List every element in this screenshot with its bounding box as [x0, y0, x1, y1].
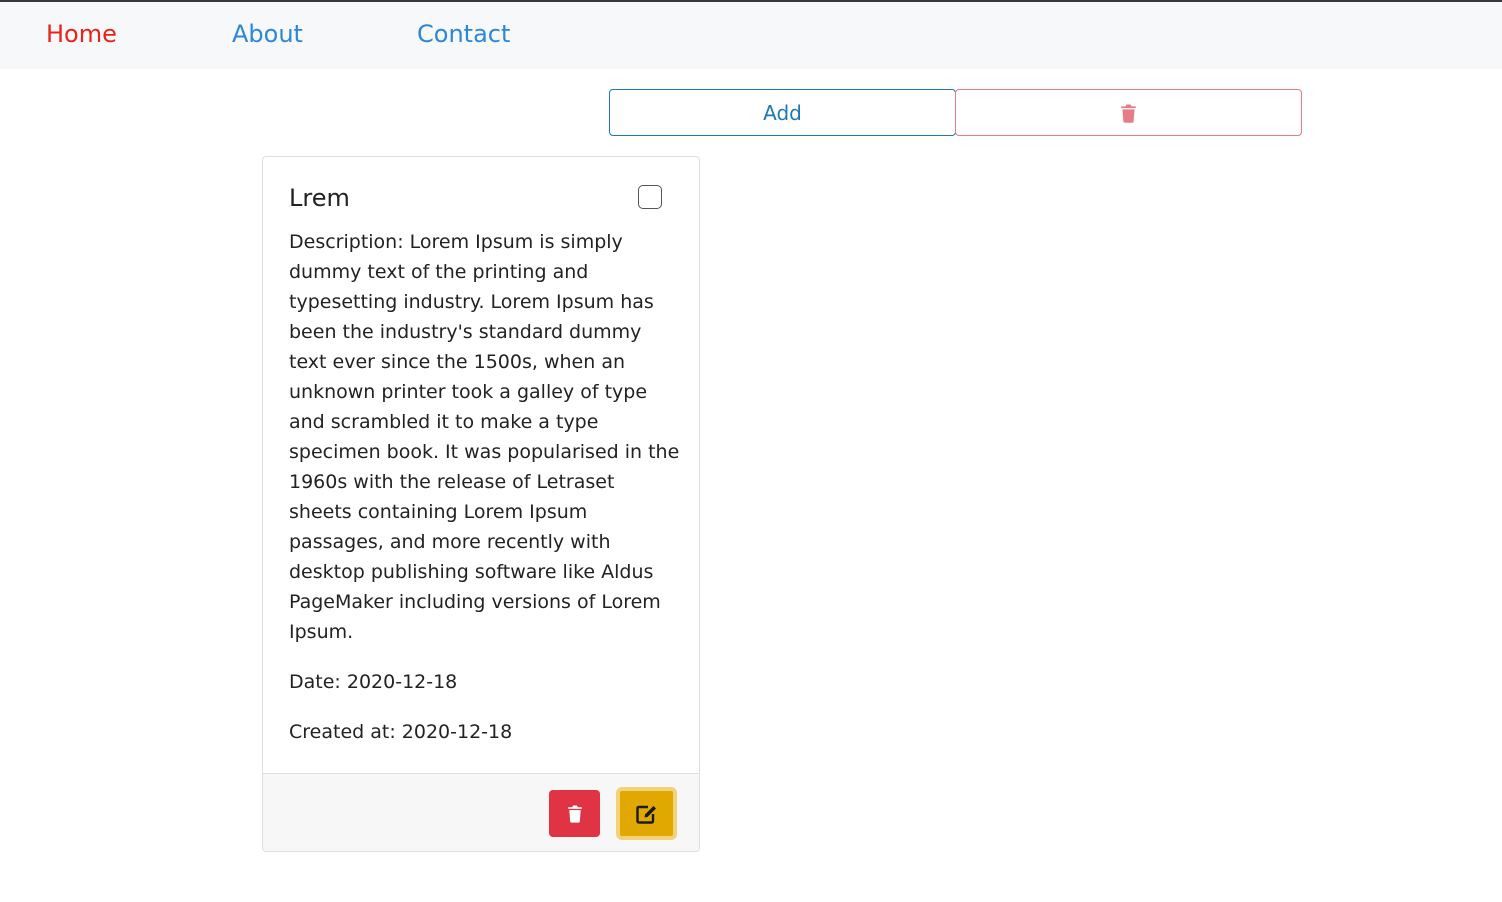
add-button-label: Add [763, 100, 802, 125]
nav-home-link[interactable]: Home [46, 18, 117, 50]
card-select-checkbox[interactable] [638, 185, 662, 209]
card-edit-button[interactable] [616, 787, 677, 840]
navbar: Home About Contact [0, 2, 1502, 69]
trash-icon [567, 804, 583, 823]
card-title: Lrem [289, 184, 350, 212]
edit-icon [635, 804, 658, 824]
trash-icon [1120, 103, 1137, 123]
note-card: Lrem Description: Lorem Ipsum is simply … [262, 156, 700, 852]
delete-selected-button[interactable] [955, 89, 1302, 136]
card-date: Date: 2020-12-18 [289, 671, 458, 693]
add-button[interactable]: Add [609, 89, 956, 136]
card-created-at: Created at: 2020-12-18 [289, 721, 513, 743]
nav-contact-link[interactable]: Contact [417, 18, 510, 50]
card-description: Description: Lorem Ipsum is simply dummy… [289, 231, 680, 643]
nav-about-link[interactable]: About [232, 18, 303, 50]
card-footer [263, 773, 699, 851]
card-delete-button[interactable] [549, 790, 600, 837]
